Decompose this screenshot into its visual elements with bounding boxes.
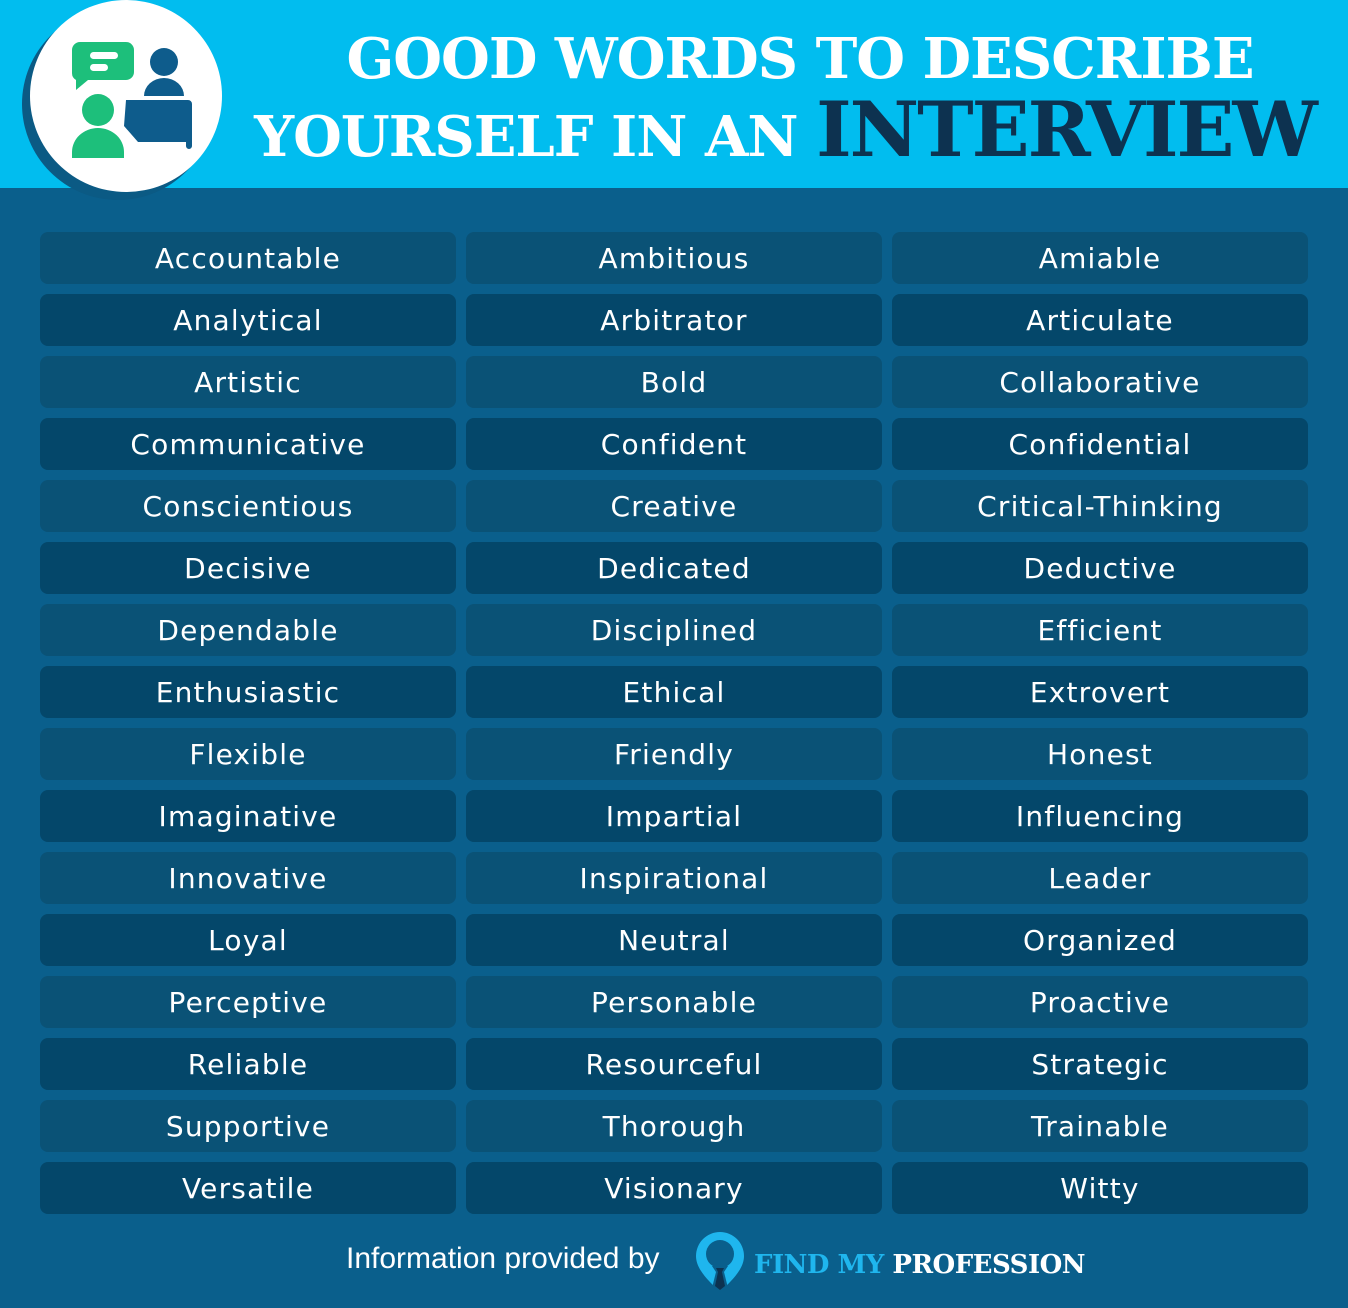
word-cell: Inspirational: [466, 852, 882, 904]
interview-icon: [0, 0, 240, 210]
word-cell: Ambitious: [466, 232, 882, 284]
word-cell: Honest: [892, 728, 1308, 780]
word-cell: Visionary: [466, 1162, 882, 1214]
word-cell: Confidential: [892, 418, 1308, 470]
word-cell: Influencing: [892, 790, 1308, 842]
word-cell: Bold: [466, 356, 882, 408]
word-cell: Leader: [892, 852, 1308, 904]
word-cell: Deductive: [892, 542, 1308, 594]
word-cell: Efficient: [892, 604, 1308, 656]
word-cell: Innovative: [40, 852, 456, 904]
word-cell: Disciplined: [466, 604, 882, 656]
word-cell: Trainable: [892, 1100, 1308, 1152]
title-emphasis: INTERVIEW: [816, 85, 1318, 174]
word-cell: Collaborative: [892, 356, 1308, 408]
logo-text-part1: FIND MY: [754, 1250, 884, 1280]
title-line-2: YOURSELF IN AN INTERVIEW: [250, 92, 1320, 175]
title-line-1: GOOD WORDS TO DESCRIBE: [346, 26, 1254, 92]
word-cell: Articulate: [892, 294, 1308, 346]
word-cell: Personable: [466, 976, 882, 1028]
word-cell: Artistic: [40, 356, 456, 408]
word-cell: Neutral: [466, 914, 882, 966]
word-cell: Loyal: [40, 914, 456, 966]
word-cell: Amiable: [892, 232, 1308, 284]
word-cell: Decisive: [40, 542, 456, 594]
word-cell: Strategic: [892, 1038, 1308, 1090]
word-cell: Impartial: [466, 790, 882, 842]
location-pin-tie-icon: [694, 1230, 746, 1298]
word-cell: Creative: [466, 480, 882, 532]
word-cell: Supportive: [40, 1100, 456, 1152]
word-cell: Accountable: [40, 232, 456, 284]
footer: Information provided by FIND MY PROFESSI…: [0, 1230, 1348, 1300]
page-title: GOOD WORDS TO DESCRIBE YOURSELF IN AN IN…: [250, 26, 1320, 175]
word-cell: Arbitrator: [466, 294, 882, 346]
word-cell: Communicative: [40, 418, 456, 470]
find-my-profession-logo: FIND MY PROFESSION: [754, 1250, 1086, 1280]
header-banner: GOOD WORDS TO DESCRIBE YOURSELF IN AN IN…: [0, 0, 1348, 200]
word-cell: Reliable: [40, 1038, 456, 1090]
word-cell: Friendly: [466, 728, 882, 780]
word-cell: Proactive: [892, 976, 1308, 1028]
title-line-2-prefix: YOURSELF IN AN: [254, 104, 798, 170]
word-cell: Thorough: [466, 1100, 882, 1152]
word-cell: Perceptive: [40, 976, 456, 1028]
word-cell: Dedicated: [466, 542, 882, 594]
word-cell: Flexible: [40, 728, 456, 780]
word-cell: Ethical: [466, 666, 882, 718]
word-cell: Extrovert: [892, 666, 1308, 718]
logo-text-part2: PROFESSION: [892, 1250, 1086, 1280]
word-cell: Conscientious: [40, 480, 456, 532]
word-cell: Dependable: [40, 604, 456, 656]
word-cell: Analytical: [40, 294, 456, 346]
word-cell: Enthusiastic: [40, 666, 456, 718]
footer-credit-text: Information provided by: [346, 1242, 660, 1275]
word-grid: Accountable Ambitious Amiable Analytical Arb…: [40, 232, 1308, 1214]
word-cell: Imaginative: [40, 790, 456, 842]
word-cell: Versatile: [40, 1162, 456, 1214]
word-cell: Confident: [466, 418, 882, 470]
word-cell: Resourceful: [466, 1038, 882, 1090]
word-cell: Organized: [892, 914, 1308, 966]
word-cell: Critical-Thinking: [892, 480, 1308, 532]
word-cell: Witty: [892, 1162, 1308, 1214]
